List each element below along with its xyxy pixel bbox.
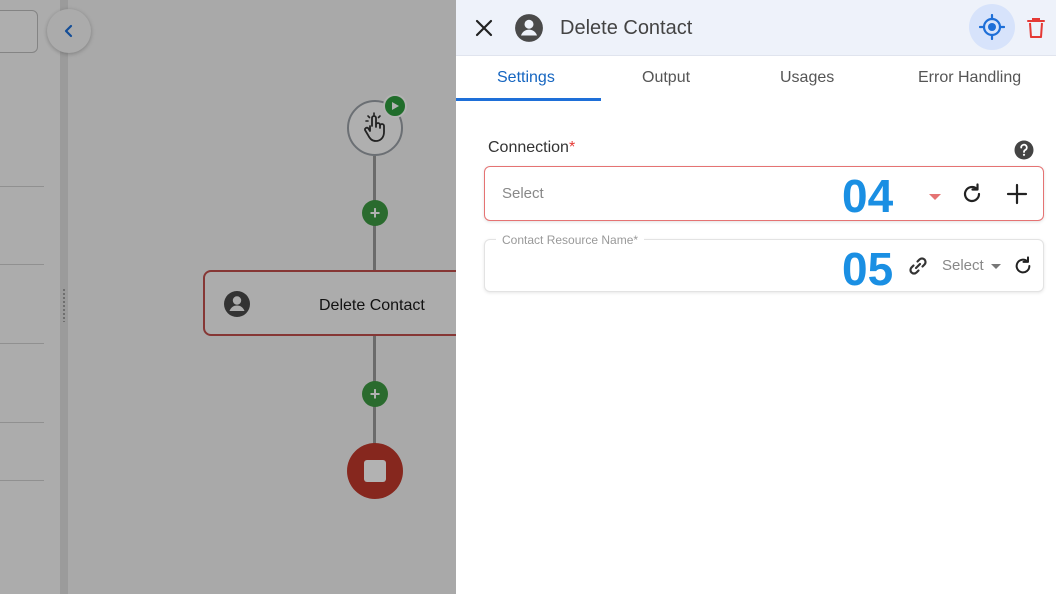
active-tab-indicator <box>456 98 601 101</box>
modal-backdrop[interactable] <box>0 0 456 594</box>
plus-icon[interactable] <box>1006 183 1028 205</box>
close-panel-button[interactable] <box>472 16 496 40</box>
tab-error-handling[interactable]: Error Handling <box>918 69 1021 87</box>
callout-number: 05 <box>842 243 894 295</box>
contact-resource-label: Contact Resource Name* <box>496 233 645 247</box>
user-avatar-icon <box>515 14 543 42</box>
connection-placeholder: Select <box>502 185 544 202</box>
help-icon[interactable] <box>1014 140 1034 160</box>
connection-label-text: Connection <box>488 139 569 156</box>
step-settings-panel: Delete Contact Settings Output Usages Er… <box>456 0 1056 594</box>
refresh-icon[interactable] <box>1013 256 1033 276</box>
trash-icon <box>1027 18 1045 38</box>
tab-settings[interactable]: Settings <box>497 69 555 87</box>
locate-icon <box>979 14 1005 40</box>
required-mark: * <box>568 139 576 156</box>
chevron-down-icon[interactable] <box>991 264 1001 269</box>
close-icon <box>475 19 493 37</box>
tab-output[interactable]: Output <box>642 69 690 87</box>
callout-number: 04 <box>842 170 894 222</box>
refresh-icon[interactable] <box>961 183 983 205</box>
contact-resource-select[interactable]: Select <box>942 257 984 274</box>
chevron-down-icon[interactable] <box>929 194 941 200</box>
connection-label: Connection* <box>488 139 575 157</box>
panel-tabs: Settings Output Usages Error Handling <box>456 57 1056 101</box>
panel-header: Delete Contact <box>456 0 1056 56</box>
panel-title: Delete Contact <box>560 17 693 39</box>
link-icon[interactable] <box>907 255 929 277</box>
locate-node-button[interactable] <box>969 4 1015 50</box>
delete-step-button[interactable] <box>1024 14 1048 42</box>
connection-select[interactable]: Select <box>484 166 1044 221</box>
tab-usages[interactable]: Usages <box>780 69 834 87</box>
